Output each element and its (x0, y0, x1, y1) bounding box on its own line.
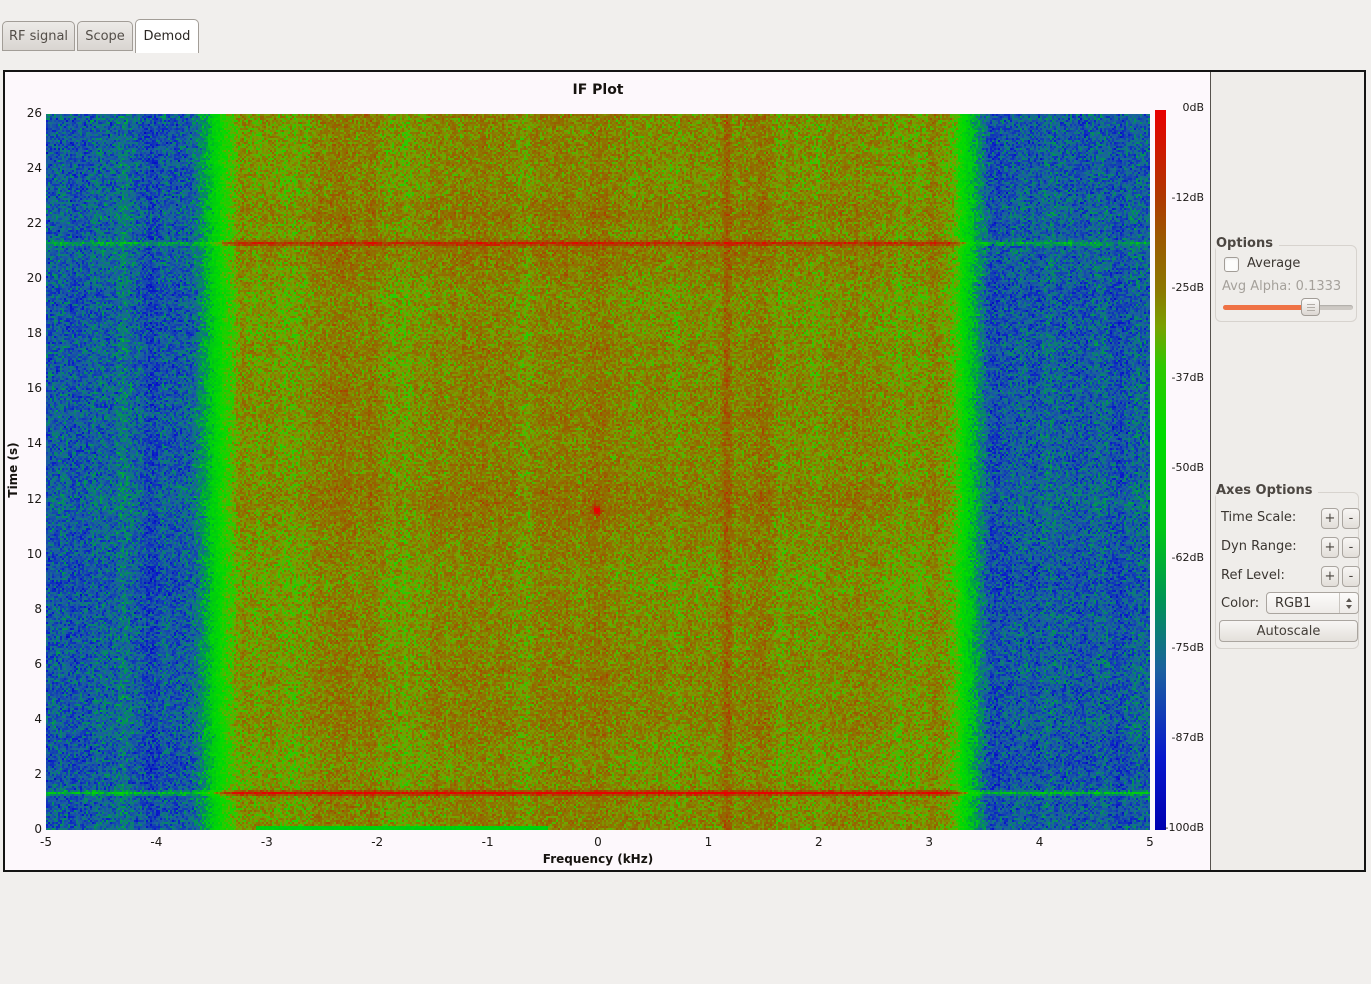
y-tick-label: 24 (26, 161, 42, 176)
colorbar-tick-label: -62dB (1171, 551, 1205, 564)
y-tick-label: 14 (26, 436, 42, 451)
y-axis-label: Time (s) (6, 442, 20, 498)
tab-rf-signal[interactable]: RF signal (2, 21, 75, 51)
tab-label: RF signal (8, 28, 69, 44)
average-checkbox-label[interactable]: Average (1247, 256, 1300, 271)
x-tick-label: 3 (925, 835, 933, 849)
combobox-spinner[interactable] (1339, 593, 1358, 613)
options-groupbox: Options Average Avg Alpha: 0.1333 (1215, 236, 1357, 322)
colorbar-tick-label: -37dB (1171, 371, 1205, 384)
y-tick-label: 18 (26, 326, 42, 341)
time-scale-minus-button[interactable]: - (1342, 508, 1360, 529)
x-tick-label: 5 (1146, 835, 1154, 849)
y-tick-label: 0 (34, 822, 42, 836)
avg-alpha-slider[interactable] (1223, 298, 1353, 316)
x-tick-label: -1 (481, 835, 494, 849)
waterfall-plot[interactable] (46, 114, 1150, 830)
x-tick-label: -2 (371, 835, 384, 849)
ref-level-minus-button[interactable]: - (1342, 566, 1360, 587)
y-tick-label: 20 (26, 271, 42, 286)
options-group-title: Options (1216, 236, 1279, 251)
colormap-value: RGB1 (1275, 595, 1312, 611)
colorbar-tick-label: -75dB (1171, 641, 1205, 654)
demod-tab-panel: IF Plot Time (s) Frequency (kHz) 26 24 22 2… (3, 70, 1366, 872)
dyn-range-plus-button[interactable]: + (1321, 537, 1339, 558)
y-tick-label: 2 (34, 766, 42, 781)
dyn-range-minus-button[interactable]: - (1342, 537, 1360, 558)
colorbar-tick-label: -12dB (1171, 191, 1205, 204)
colorbar-tick-label: 0dB (1182, 101, 1204, 114)
avg-alpha-label: Avg Alpha: 0.1333 (1222, 279, 1342, 294)
y-tick-label: 8 (34, 601, 42, 616)
color-label: Color: (1221, 596, 1260, 611)
slider-fill (1223, 305, 1311, 310)
x-tick-label: -3 (260, 835, 273, 849)
x-tick-label: 4 (1035, 835, 1044, 849)
controls-column: Options Average Avg Alpha: 0.1333 Axes O… (1211, 72, 1364, 870)
tab-label: Demod (143, 29, 191, 44)
slider-handle[interactable] (1301, 298, 1321, 316)
y-tick-label: 6 (34, 656, 42, 671)
y-tick-label: 12 (26, 491, 42, 506)
plot-title: IF Plot (572, 82, 624, 98)
x-tick-label: 1 (704, 835, 713, 849)
axes-group-title: Axes Options (1216, 483, 1319, 498)
colormap-combobox[interactable]: RGB1 (1266, 592, 1359, 614)
ref-level-label: Ref Level: (1221, 568, 1285, 583)
x-tick-label: -5 (40, 835, 52, 849)
y-tick-label: 16 (26, 381, 42, 396)
x-axis-label: Frequency (kHz) (542, 852, 654, 866)
colorbar-tick-label: -25dB (1171, 281, 1205, 294)
y-tick-label: 10 (26, 546, 42, 561)
time-scale-plus-button[interactable]: + (1321, 508, 1339, 529)
spin-down-icon (1346, 604, 1352, 609)
x-tick-label: -4 (150, 835, 163, 849)
autoscale-button[interactable]: Autoscale (1219, 620, 1358, 642)
x-tick-label: 0 (594, 835, 602, 849)
y-tick-label: 26 (26, 106, 42, 120)
spin-up-icon (1346, 597, 1352, 602)
colorbar-tick-label: -87dB (1171, 731, 1205, 744)
ref-level-plus-button[interactable]: + (1321, 566, 1339, 587)
average-checkbox[interactable] (1224, 257, 1239, 272)
y-tick-label: 22 (26, 216, 42, 231)
tab-label: Scope (85, 28, 125, 44)
dyn-range-label: Dyn Range: (1221, 539, 1297, 554)
y-tick-label: 4 (34, 711, 42, 726)
x-tick-label: 2 (814, 835, 823, 849)
axes-options-groupbox: Axes Options Time Scale: + - Dyn Range: … (1215, 483, 1360, 649)
colorbar-tick-label: -100dB (1164, 821, 1205, 834)
colorbar-tick-label: -50dB (1171, 461, 1205, 474)
time-scale-label: Time Scale: (1221, 510, 1297, 525)
slider-grip-icon (1306, 303, 1315, 311)
tab-demod[interactable]: Demod (135, 19, 199, 53)
tab-scope[interactable]: Scope (77, 21, 133, 51)
